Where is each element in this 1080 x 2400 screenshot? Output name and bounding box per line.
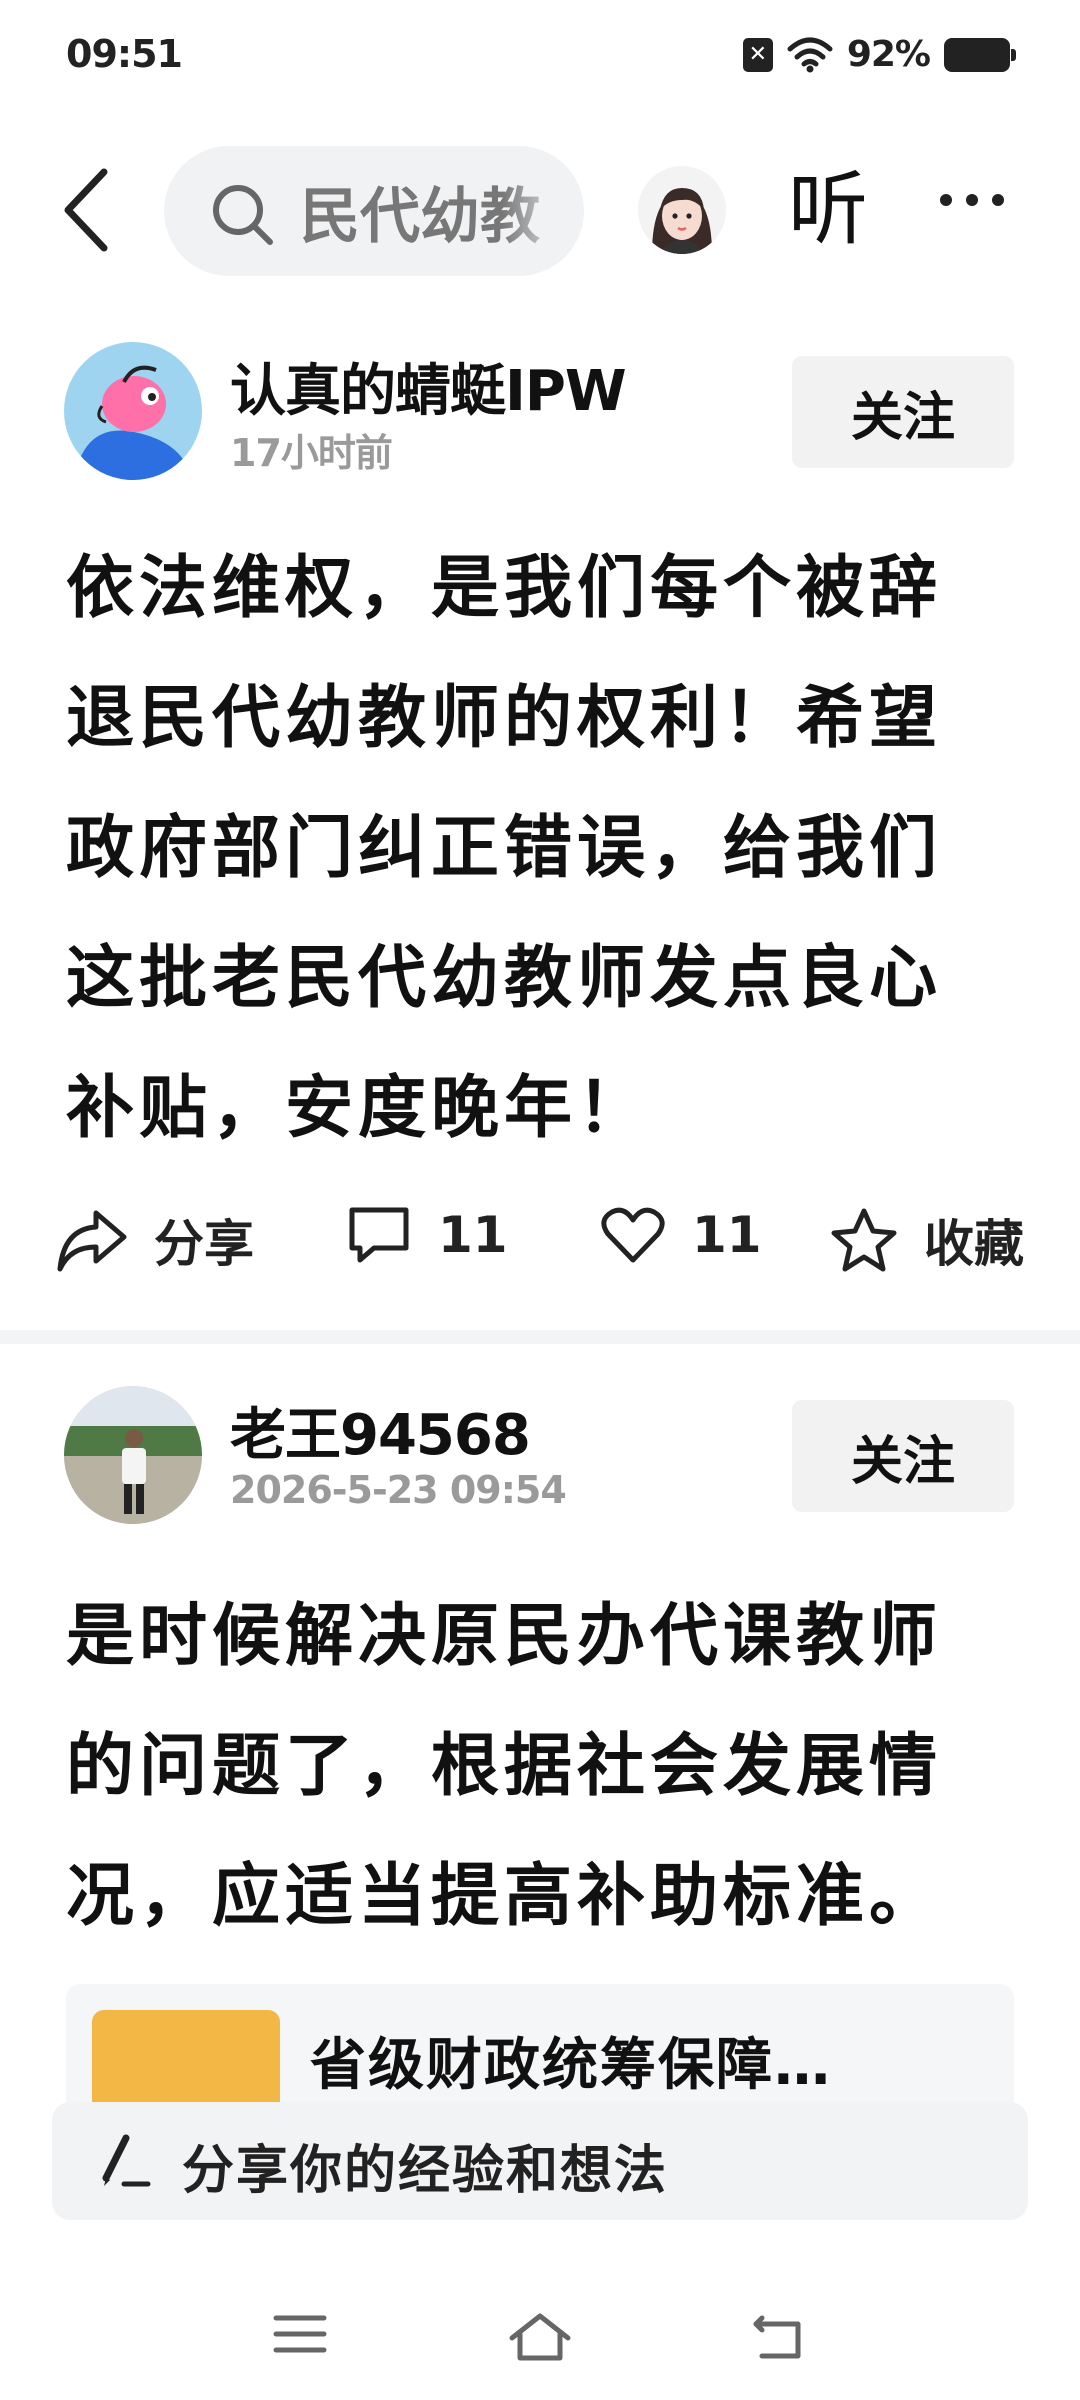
- back-button[interactable]: [54, 160, 124, 260]
- post-line: 依法维权，是我们每个被辞: [66, 549, 943, 628]
- search-icon: [213, 185, 273, 245]
- post-time: 17小时前: [230, 431, 393, 475]
- favorite-button[interactable]: 收藏: [830, 1204, 1024, 1276]
- post-line: 的问题了，根据社会发展情: [66, 1727, 943, 1806]
- comment-icon: [349, 1207, 409, 1263]
- status-time: 09:51: [66, 32, 183, 76]
- post-body: 是时候解决原民办代课教师 的问题了，根据社会发展情 况，应适当提高补助标准。: [66, 1572, 1026, 1962]
- heart-icon: [601, 1207, 665, 1263]
- menu-icon[interactable]: [272, 2312, 328, 2356]
- sim-card-off-icon: ✕: [742, 37, 773, 72]
- status-icons: ✕ 92%: [742, 34, 1016, 75]
- follow-button[interactable]: 关注: [792, 356, 1014, 468]
- author-name[interactable]: 老王94568: [230, 1390, 531, 1471]
- post-body: 依法维权，是我们每个被辞 退民代幼教师的权利！希望 政府部门纠正错误，给我们 这…: [66, 524, 1026, 1174]
- assistant-avatar-icon: [638, 166, 726, 254]
- home-icon[interactable]: [508, 2312, 572, 2362]
- battery-percent: 92%: [846, 34, 931, 75]
- author-avatar[interactable]: [64, 1386, 202, 1524]
- share-icon: [57, 1210, 127, 1272]
- more-options-icon[interactable]: [940, 194, 1004, 206]
- search-query: 民代幼教: [300, 182, 540, 252]
- post-line: 政府部门纠正错误，给我们: [66, 809, 943, 888]
- follow-button[interactable]: 关注: [792, 1400, 1014, 1512]
- post-line: 这批老民代幼教师发点良心: [66, 939, 943, 1018]
- author-photo: [64, 1386, 202, 1524]
- post-line: 补贴，安度晚年！: [66, 1069, 651, 1148]
- favorite-label: 收藏: [924, 1215, 1024, 1273]
- star-icon: [831, 1208, 897, 1272]
- comment-input[interactable]: 分享你的经验和想法: [52, 2102, 1028, 2220]
- pen-icon: [102, 2134, 151, 2187]
- like-button[interactable]: 11: [600, 1204, 762, 1266]
- share-button[interactable]: 分享: [56, 1204, 254, 1276]
- link-title: 省级财政统筹保障…: [310, 2033, 832, 2098]
- listen-button[interactable]: 听: [788, 162, 868, 258]
- author-avatar[interactable]: [64, 342, 202, 480]
- wifi-icon: [787, 37, 833, 72]
- chevron-left-icon: [64, 168, 108, 252]
- comment-count: 11: [438, 1206, 508, 1264]
- search-box[interactable]: 民代幼教: [164, 146, 584, 276]
- post-divider: [0, 1330, 1080, 1344]
- post-line: 退民代幼教师的权利！希望: [66, 679, 943, 758]
- author-name[interactable]: 认真的蜻蜓IPW: [230, 346, 627, 427]
- share-label: 分享: [154, 1215, 254, 1273]
- post-line: 况，应适当提高补助标准。: [66, 1857, 943, 1936]
- like-count: 11: [692, 1206, 762, 1264]
- battery-icon: [944, 37, 1016, 72]
- post-time: 2026-5-23 09:54: [230, 1468, 567, 1512]
- comment-placeholder: 分享你的经验和想法: [182, 2141, 669, 2201]
- author-avatar-icon: [64, 342, 202, 480]
- back-nav-icon[interactable]: [752, 2312, 808, 2362]
- comment-button[interactable]: 11: [346, 1204, 508, 1266]
- assistant-avatar[interactable]: [638, 166, 726, 254]
- post-line: 是时候解决原民办代课教师: [66, 1597, 943, 1676]
